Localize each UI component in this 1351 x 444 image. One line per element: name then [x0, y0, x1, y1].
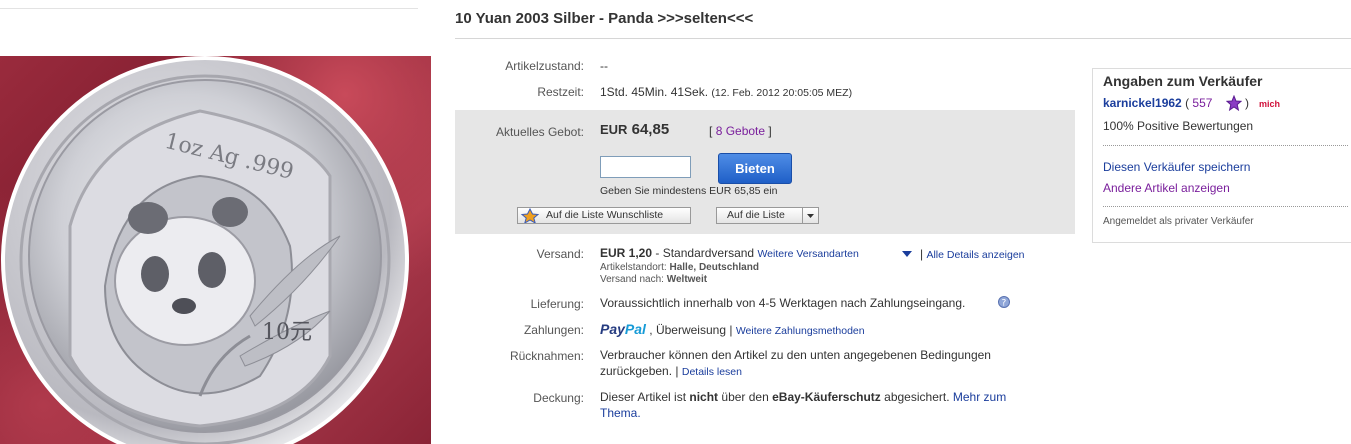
- shipping-price: EUR 1,20: [600, 246, 653, 260]
- min-bid-hint: Geben Sie mindestens EUR 65,85 ein: [600, 185, 778, 197]
- payments-label: Zahlungen:: [523, 323, 584, 337]
- shipping-details-link[interactable]: Alle Details anzeigen: [926, 249, 1024, 261]
- add-to-watchlist-button[interactable]: Auf die Liste Wunschliste: [517, 207, 691, 224]
- coin-denomination: 10元: [262, 320, 312, 345]
- ships-to: Versand nach: Weltweit: [600, 274, 708, 285]
- title-divider: [455, 38, 1351, 39]
- seller-divider-2: [1103, 206, 1348, 207]
- more-info-link-cont[interactable]: Thema.: [600, 406, 641, 420]
- returns-details-link[interactable]: Details lesen: [682, 366, 742, 378]
- feedback-star-icon: [1226, 95, 1242, 111]
- seller-score-link[interactable]: 557: [1192, 96, 1212, 110]
- coin-illustration: 1oz Ag .999 10元: [1, 56, 409, 444]
- returns-line1: Verbraucher können den Artikel zu den un…: [600, 348, 991, 362]
- paypal-logo: PayPal: [600, 321, 646, 337]
- coverage-label: Deckung:: [533, 391, 584, 405]
- more-payment-methods-link[interactable]: Weitere Zahlungsmethoden: [736, 325, 865, 337]
- save-seller-link[interactable]: Diesen Verkäufer speichern: [1103, 160, 1250, 174]
- time-left-label: Restzeit:: [537, 85, 584, 99]
- bid-history-link[interactable]: 8 Gebote: [716, 124, 765, 138]
- coverage-line1: Dieser Artikel ist nicht über den eBay-K…: [600, 390, 1007, 404]
- coverage-line2: Thema.: [600, 406, 641, 420]
- shipping-dropdown-icon[interactable]: [902, 251, 912, 258]
- current-bid-price: EUR 64,85: [600, 121, 670, 138]
- bid-count: [ 8 Gebote ]: [709, 124, 772, 138]
- other-items-link[interactable]: Andere Artikel anzeigen: [1103, 181, 1230, 195]
- returns-line2: zurückgeben. | Details lesen: [600, 364, 742, 378]
- current-bid-label: Aktuelles Gebot:: [495, 125, 584, 139]
- dropdown-arrow-icon: [802, 208, 818, 223]
- seller-score-close: ): [1245, 96, 1249, 110]
- condition-value: --: [600, 59, 608, 73]
- me-badge[interactable]: mich: [1259, 99, 1280, 109]
- place-bid-button[interactable]: Bieten: [718, 153, 792, 184]
- product-image[interactable]: 1oz Ag .999 10元: [0, 56, 431, 444]
- item-location: Artikelstandort: Halle, Deutschland: [600, 262, 759, 273]
- shipping-line: EUR 1,20 - Standardversand Weitere Versa…: [600, 246, 859, 260]
- svg-text:?: ?: [1002, 299, 1007, 309]
- condition-label: Artikelzustand:: [505, 59, 584, 73]
- seller-registration: Angemeldet als privater Verkäufer: [1103, 216, 1254, 227]
- watchlist-star-icon: [520, 208, 540, 223]
- time-left-value: 1Std. 45Min. 41Sek. (12. Feb. 2012 20:05…: [600, 85, 853, 99]
- seller-heading: Angaben zum Verkäufer: [1103, 73, 1263, 89]
- payments-value: PayPal , Überweisung | Weitere Zahlungsm…: [600, 321, 865, 337]
- auction-end-time: (12. Feb. 2012 20:05:05 MEZ): [711, 87, 853, 99]
- shipping-label: Versand:: [536, 247, 584, 261]
- listing-title: 10 Yuan 2003 Silber - Panda >>>selten<<<: [455, 10, 754, 27]
- bid-amount-input[interactable]: [600, 156, 691, 178]
- more-shipping-link[interactable]: Weitere Versandarten: [757, 248, 858, 260]
- seller-feedback: 100% Positive Bewertungen: [1103, 119, 1254, 133]
- help-icon[interactable]: ?: [998, 296, 1010, 308]
- image-top-divider: [0, 8, 418, 9]
- returns-label: Rücknahmen:: [509, 349, 584, 363]
- seller-name-line: karnickel1962 ( 557: [1103, 96, 1213, 110]
- more-info-link[interactable]: Mehr zum: [953, 390, 1006, 404]
- add-to-list-dropdown[interactable]: Auf die Liste: [716, 207, 819, 224]
- delivery-label: Lieferung:: [530, 297, 584, 311]
- shipping-details: | Alle Details anzeigen: [920, 247, 1025, 261]
- delivery-value: Voraussichtlich innerhalb von 4-5 Werkta…: [600, 296, 966, 310]
- seller-name-link[interactable]: karnickel1962: [1103, 96, 1182, 110]
- seller-divider-1: [1103, 145, 1348, 146]
